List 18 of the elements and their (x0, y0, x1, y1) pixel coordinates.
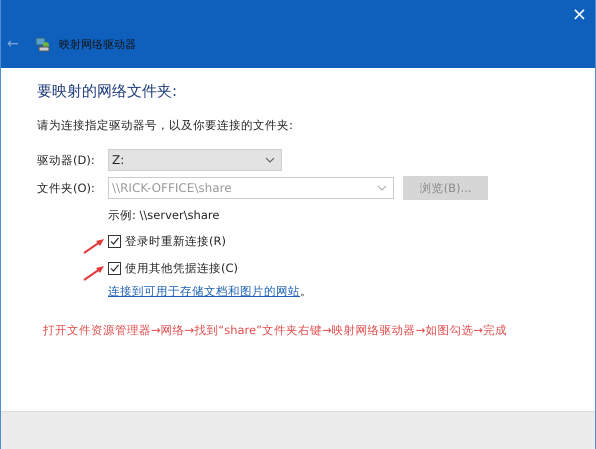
chevron-down-icon (377, 185, 387, 191)
annotation-text: 打开文件资源管理器→网络→找到“share”文件夹右键→映射网络驱动器→如图勾选→完成 (43, 323, 508, 338)
link-period: 。 (300, 284, 312, 298)
checkbox-label: 使用其他凭据连接(C) (125, 261, 238, 276)
website-link[interactable]: 连接到可用于存储文档和图片的网站 (108, 284, 300, 298)
checkbox[interactable] (108, 235, 121, 248)
heading: 要映射的网络文件夹: (37, 82, 178, 102)
chevron-down-icon (265, 157, 275, 163)
example-text: 示例: \\server\share (108, 208, 220, 224)
drive-label: 驱动器(D): (37, 152, 96, 168)
folder-label: 文件夹(O): (37, 180, 96, 196)
drive-dropdown[interactable]: Z: (108, 149, 282, 171)
checkbox[interactable] (108, 262, 121, 275)
instruction-text: 请为连接指定驱动器号，以及你要连接的文件夹: (37, 118, 294, 134)
close-button[interactable]: × (572, 6, 587, 24)
network-drive-icon (35, 36, 51, 52)
window-title: 映射网络驱动器 (59, 36, 136, 52)
checkbox-label: 登录时重新连接(R) (125, 234, 226, 249)
